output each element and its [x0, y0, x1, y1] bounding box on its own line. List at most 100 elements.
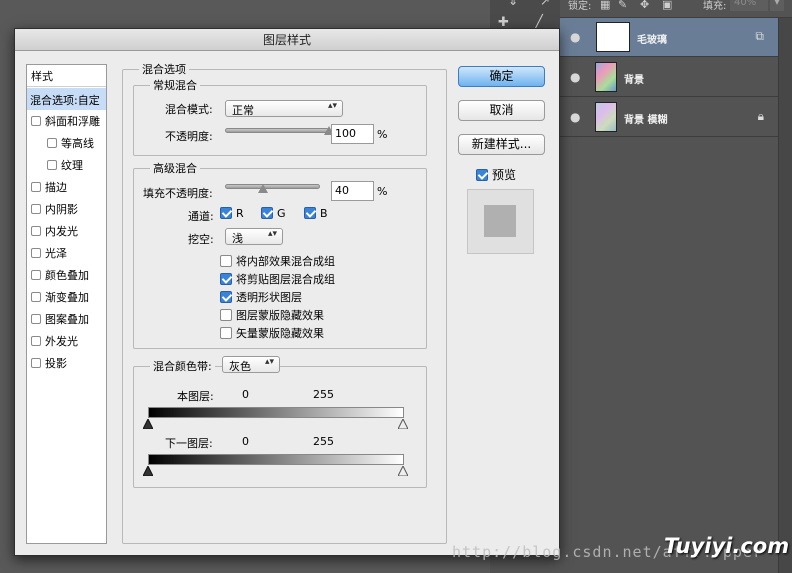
- underlying-white-slider-icon[interactable]: [398, 466, 408, 476]
- visibility-eye-icon[interactable]: ●: [570, 70, 580, 84]
- underlying-black-slider-icon[interactable]: [143, 466, 153, 476]
- fill-input[interactable]: 40%: [730, 0, 768, 11]
- style-checkbox[interactable]: [31, 314, 41, 324]
- opacity-slider[interactable]: [225, 128, 329, 133]
- blend-if-label: 混合颜色带:: [150, 358, 215, 374]
- underlying-layer-min: 0: [242, 435, 249, 448]
- layer-row[interactable]: ● 背景: [560, 58, 778, 97]
- style-checkbox[interactable]: [31, 226, 41, 236]
- this-layer-min: 0: [242, 388, 249, 401]
- new-style-button[interactable]: 新建样式...: [458, 134, 545, 155]
- this-layer-max: 255: [313, 388, 334, 401]
- style-checkbox[interactable]: [31, 292, 41, 302]
- style-checkbox[interactable]: [31, 204, 41, 214]
- panel-scrollbar[interactable]: [778, 18, 792, 573]
- underlying-layer-gradient-bar: [148, 454, 404, 465]
- fill-dropdown-icon[interactable]: ▾: [770, 0, 784, 11]
- knockout-label: 挖空:: [188, 233, 214, 246]
- style-item[interactable]: 斜面和浮雕: [31, 113, 100, 135]
- vector-mask-hides-effects-checkbox[interactable]: 矢量蒙版隐藏效果: [220, 325, 324, 341]
- layer-name: 背景: [624, 75, 644, 86]
- lock-position-icon[interactable]: ✥: [640, 0, 649, 11]
- select-arrows-icon: ▴▾: [264, 357, 274, 367]
- visibility-eye-icon[interactable]: ●: [570, 110, 580, 124]
- lock-image-icon[interactable]: ✎: [618, 0, 627, 11]
- lock-all-icon[interactable]: ▣: [662, 0, 672, 11]
- layer-style-dialog: 图层样式 样式 混合选项:自定 斜面和浮雕 等高线 纹理 描边 内阴影 内发光 …: [14, 28, 560, 556]
- transparency-shapes-layer-checkbox[interactable]: 透明形状图层: [220, 289, 302, 305]
- fill-opacity-slider[interactable]: [225, 184, 320, 189]
- style-preview-thumbnail: [467, 189, 534, 254]
- opacity-unit: %: [377, 128, 388, 141]
- style-checkbox[interactable]: [31, 270, 41, 280]
- style-item[interactable]: 光泽: [31, 245, 67, 267]
- style-item[interactable]: 外发光: [31, 333, 78, 355]
- style-item[interactable]: 图案叠加: [31, 311, 89, 333]
- styles-header[interactable]: 样式: [27, 65, 106, 87]
- brush-tool-icon[interactable]: ↗: [540, 0, 550, 8]
- lock-strip: 锁定: ▦ ✎ ✥ ▣ 填充: 40% ▾: [560, 0, 792, 18]
- cancel-button[interactable]: 取消: [458, 100, 545, 121]
- channel-g-checkbox[interactable]: G: [261, 207, 286, 220]
- fill-opacity-label: 填充不透明度:: [143, 187, 213, 200]
- move-tool-icon[interactable]: ⇕: [508, 0, 518, 8]
- blend-mode-select[interactable]: 正常 ▴▾: [225, 100, 343, 117]
- layers-panel: ● 毛玻璃 ⧉ ● 背景 ● 背景 模糊 🔒︎: [560, 18, 778, 573]
- style-item[interactable]: 等高线: [47, 135, 94, 157]
- blend-interior-effects-checkbox[interactable]: 将内部效果混合成组: [220, 253, 335, 269]
- style-item[interactable]: 内阴影: [31, 201, 78, 223]
- ok-button[interactable]: 确定: [458, 66, 545, 87]
- style-checkbox[interactable]: [31, 336, 41, 346]
- blending-options-title: 混合选项: [139, 61, 189, 77]
- layer-row[interactable]: ● 背景 模糊 🔒︎: [560, 98, 778, 137]
- layer-row[interactable]: ● 毛玻璃 ⧉: [560, 18, 778, 57]
- style-item[interactable]: 投影: [31, 355, 67, 377]
- underlying-layer-max: 255: [313, 435, 334, 448]
- this-layer-label: 本图层:: [177, 390, 214, 403]
- style-item[interactable]: 描边: [31, 179, 67, 201]
- layer-thumbnail: [596, 22, 630, 52]
- layer-name: 背景 模糊: [624, 115, 668, 126]
- style-item[interactable]: 渐变叠加: [31, 289, 89, 311]
- fill-label: 填充:: [703, 1, 727, 12]
- style-checkbox[interactable]: [31, 116, 41, 126]
- style-checkbox[interactable]: [31, 358, 41, 368]
- blend-if-group: [133, 366, 427, 488]
- opacity-input[interactable]: 100: [331, 124, 374, 144]
- fill-opacity-input[interactable]: 40: [331, 181, 374, 201]
- lock-transparent-icon[interactable]: ▦: [600, 0, 610, 11]
- layer-thumbnail: [595, 102, 617, 132]
- knockout-select[interactable]: 浅 ▴▾: [225, 228, 283, 245]
- blend-if-select[interactable]: 灰色 ▴▾: [222, 356, 280, 373]
- style-checkbox[interactable]: [31, 248, 41, 258]
- lock-label: 锁定:: [568, 1, 592, 12]
- blend-mode-label: 混合模式:: [165, 103, 213, 116]
- style-item[interactable]: 内发光: [31, 223, 78, 245]
- style-checkbox[interactable]: [47, 160, 57, 170]
- style-checkbox[interactable]: [31, 182, 41, 192]
- opacity-label: 不透明度:: [165, 130, 213, 143]
- this-layer-gradient-bar: [148, 407, 404, 418]
- general-blending-group: [133, 85, 427, 156]
- visibility-eye-icon[interactable]: ●: [570, 30, 580, 44]
- blend-clipped-layers-checkbox[interactable]: 将剪贴图层混合成组: [220, 271, 335, 287]
- style-item[interactable]: 颜色叠加: [31, 267, 89, 289]
- channel-b-checkbox[interactable]: B: [304, 207, 328, 220]
- layer-name: 毛玻璃: [637, 35, 667, 46]
- this-layer-black-slider-icon[interactable]: [143, 419, 153, 429]
- style-item[interactable]: 纹理: [47, 157, 83, 179]
- pen-tool-icon[interactable]: ╱: [535, 15, 555, 30]
- preview-checkbox[interactable]: 预览: [476, 166, 516, 183]
- watermark-brand: Tuyiyi.com: [664, 534, 790, 558]
- layer-mask-hides-effects-checkbox[interactable]: 图层蒙版隐藏效果: [220, 307, 324, 323]
- fill-opacity-slider-handle[interactable]: [258, 184, 268, 193]
- channel-r-checkbox[interactable]: R: [220, 207, 244, 220]
- select-arrows-icon: ▴▾: [327, 101, 337, 111]
- channels-label: 通道:: [188, 210, 214, 223]
- blending-options-item[interactable]: 混合选项:自定: [27, 88, 106, 110]
- underlying-layer-label: 下一图层:: [165, 437, 213, 450]
- bandage-tool-icon[interactable]: ✚: [498, 15, 518, 30]
- style-checkbox[interactable]: [47, 138, 57, 148]
- select-arrows-icon: ▴▾: [267, 229, 277, 239]
- this-layer-white-slider-icon[interactable]: [398, 419, 408, 429]
